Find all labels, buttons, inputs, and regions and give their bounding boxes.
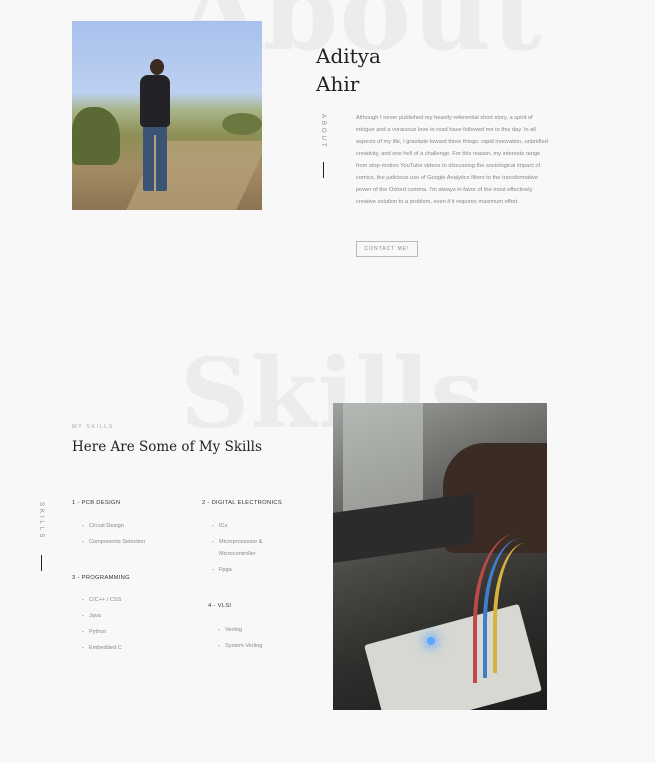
skill-list-vlsi: Verilog System Verilog: [218, 624, 268, 656]
skill-item: System Verilog: [218, 640, 268, 652]
about-vertical-line: [323, 162, 324, 178]
name-first: Aditya: [316, 44, 381, 68]
contact-button[interactable]: CONTACT ME!: [356, 241, 418, 257]
about-vertical-label: ABOUT: [320, 114, 326, 150]
about-paragraph: Although I never published my heavily re…: [356, 115, 548, 205]
skill-list-digital-electronics: ICs Microprocessor & Microcontroller Fpg…: [212, 520, 287, 580]
skill-item: Verilog: [218, 624, 268, 636]
skill-list-pcb-design: Circuit Design Components Selection: [82, 520, 192, 552]
skill-category-pcb-design: 1 - PCB DESIGN: [72, 500, 121, 506]
skill-category-programming: 3 - PROGRAMMING: [72, 575, 130, 581]
name-last: Ahir: [316, 72, 360, 96]
skills-vertical-label: SKILLS: [38, 502, 44, 541]
skill-item: Java: [82, 610, 162, 622]
skill-item: ICs: [212, 520, 287, 532]
skill-item: Embedded C: [82, 642, 162, 654]
skill-item: Fpga: [212, 564, 287, 576]
skill-category-digital-electronics: 2 - DIGITAL ELECTRONICS: [202, 500, 283, 506]
skill-item: C/C++ / CSS: [82, 594, 162, 606]
skill-item: Microprocessor & Microcontroller: [212, 536, 287, 560]
profile-photo: [72, 21, 262, 210]
skill-item: Python: [82, 626, 162, 638]
skill-item: Circuit Design: [82, 520, 192, 532]
electronics-photo: [333, 403, 547, 710]
skill-item: Components Selection: [82, 536, 192, 548]
skills-vertical-line: [41, 555, 42, 571]
skill-category-vlsi: 4 - VLSI: [208, 603, 232, 609]
skills-eyebrow: MY SKILLS: [72, 424, 114, 430]
skills-heading: Here Are Some of My Skills: [72, 439, 262, 455]
skill-list-programming: C/C++ / CSS Java Python Embedded C: [82, 594, 162, 658]
